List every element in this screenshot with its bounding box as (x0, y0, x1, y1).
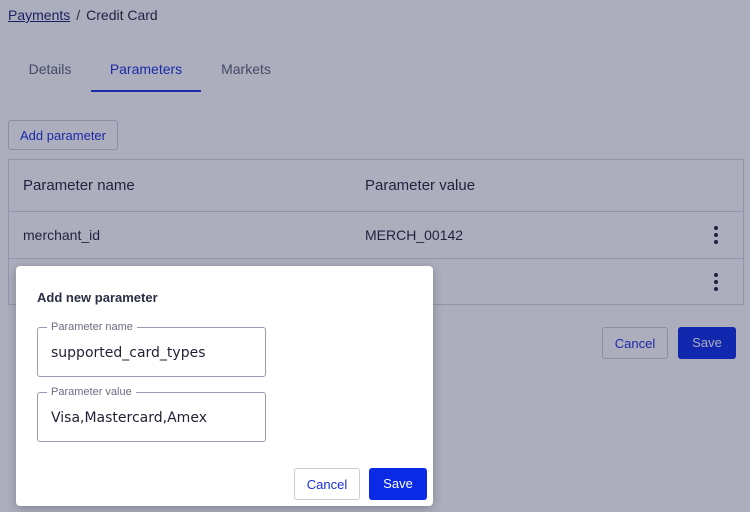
parameter-name-label: Parameter name (47, 321, 137, 333)
parameter-name-input[interactable] (51, 343, 251, 363)
parameter-value-input[interactable] (51, 408, 251, 428)
parameter-value-label: Parameter value (47, 386, 136, 398)
dialog-cancel-button[interactable]: Cancel (294, 468, 360, 500)
dialog-save-button[interactable]: Save (369, 468, 427, 500)
parameter-name-field: Parameter name (37, 321, 266, 377)
parameter-value-field: Parameter value (37, 386, 266, 442)
add-parameter-dialog: Add new parameter Parameter name Paramet… (16, 266, 433, 506)
dialog-title: Add new parameter (37, 290, 158, 305)
